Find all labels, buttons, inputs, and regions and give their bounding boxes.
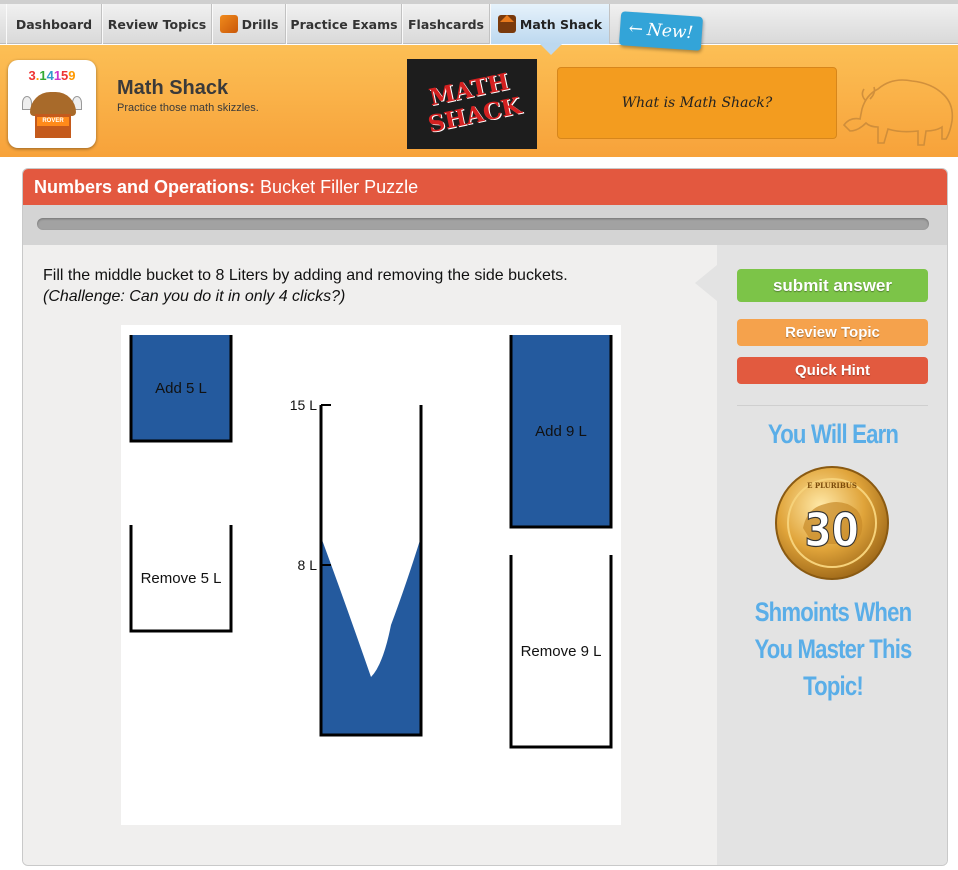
earn-line-3: Topic! bbox=[803, 671, 864, 701]
tab-review-topics-label: Review Topics bbox=[107, 16, 207, 32]
new-badge-label: New! bbox=[646, 20, 694, 44]
progress-bar bbox=[37, 218, 929, 230]
panel-header: Numbers and Operations: Bucket Filler Pu… bbox=[23, 169, 947, 205]
hut-sign: ROVER bbox=[37, 117, 69, 126]
tab-flashcards-label: Flashcards bbox=[408, 16, 484, 32]
answer-sidebar: submit answer Review Topic Quick Hint Yo… bbox=[695, 245, 947, 865]
remove-5-label: Remove 5 L bbox=[141, 570, 222, 587]
coin-motto: E PLURIBUS bbox=[807, 481, 857, 490]
tab-practice-exams-label: Practice Exams bbox=[290, 16, 398, 32]
bucket-puzzle-svg: Add 5 L Remove 5 L 15 L 8 L Add 9 L Remo… bbox=[129, 335, 613, 749]
earn-line-2: You Master This bbox=[754, 634, 912, 664]
earn-heading: You Will Earn bbox=[767, 419, 899, 449]
banner-text: MATH SHACK bbox=[425, 68, 524, 139]
add-9-label: Add 9 L bbox=[535, 423, 587, 440]
tab-dashboard[interactable]: Dashboard bbox=[6, 4, 102, 44]
logo-digits: 3.14159 bbox=[28, 68, 76, 83]
topic-category: Numbers and Operations: bbox=[34, 176, 256, 197]
tab-drills-label: Drills bbox=[241, 16, 279, 32]
buffalo-icon bbox=[842, 79, 954, 146]
math-shack-icon bbox=[497, 15, 516, 33]
add-5-bucket[interactable]: Add 5 L bbox=[129, 335, 233, 443]
bucket-puzzle-canvas: Add 5 L Remove 5 L 15 L 8 L Add 9 L Remo… bbox=[121, 325, 621, 825]
sidebar-notch bbox=[695, 265, 717, 301]
new-badge: ← New! bbox=[618, 11, 704, 51]
earn-footer: Shmoints When You Master This Topic! bbox=[738, 594, 928, 705]
top-navigation: Dashboard Review Topics Drills Practice … bbox=[0, 0, 958, 44]
middle-bucket: 15 L 8 L bbox=[290, 397, 423, 737]
what-is-math-shack-button[interactable]: What is Math Shack? bbox=[557, 67, 837, 139]
submit-answer-button[interactable]: submit answer bbox=[737, 269, 928, 302]
quick-hint-button[interactable]: Quick Hint bbox=[737, 357, 928, 384]
math-shack-banner-image: MATH SHACK bbox=[407, 59, 537, 149]
sidebar-divider bbox=[737, 405, 928, 406]
tab-math-shack-label: Math Shack bbox=[519, 16, 603, 32]
review-topic-button[interactable]: Review Topic bbox=[737, 319, 928, 346]
drill-icon bbox=[219, 15, 238, 33]
add-5-label: Add 5 L bbox=[155, 380, 207, 397]
challenge-text: (Challenge: Can you do it in only 4 clic… bbox=[43, 288, 346, 305]
puzzle-panel: Numbers and Operations: Bucket Filler Pu… bbox=[22, 168, 948, 866]
progress-area bbox=[23, 205, 947, 245]
middle-bucket-water bbox=[321, 537, 421, 735]
new-badge-arrow-icon: ← bbox=[628, 18, 644, 40]
max-level-label: 15 L bbox=[290, 397, 317, 413]
instruction-text: Fill the middle bucket to 8 Liters by ad… bbox=[43, 267, 568, 284]
tab-flashcards[interactable]: Flashcards bbox=[402, 4, 490, 44]
shmoints-coin-icon: E PLURIBUS 30 bbox=[775, 466, 889, 580]
remove-9-label: Remove 9 L bbox=[521, 643, 602, 660]
remove-5-bucket[interactable]: Remove 5 L bbox=[129, 525, 233, 633]
question-content: Fill the middle bucket to 8 Liters by ad… bbox=[23, 245, 717, 865]
math-shack-logo: 3.14159 ROVER bbox=[8, 60, 96, 148]
tab-drills[interactable]: Drills bbox=[212, 4, 286, 44]
tab-math-shack[interactable]: Math Shack bbox=[490, 4, 610, 44]
app-subtitle: Practice those math skizzles. bbox=[117, 102, 259, 114]
target-level-label: 8 L bbox=[298, 557, 318, 573]
tab-practice-exams[interactable]: Practice Exams bbox=[286, 4, 402, 44]
math-shack-header: 3.14159 ROVER Math Shack Practice those … bbox=[0, 45, 958, 157]
app-title: Math Shack bbox=[117, 77, 229, 99]
points-value: 30 bbox=[804, 504, 858, 558]
hut-icon: ROVER bbox=[30, 92, 76, 140]
topic-title: Bucket Filler Puzzle bbox=[260, 176, 419, 197]
remove-9-bucket[interactable]: Remove 9 L bbox=[509, 555, 613, 749]
earn-line-1: Shmoints When bbox=[754, 597, 912, 627]
add-9-bucket[interactable]: Add 9 L bbox=[509, 335, 613, 529]
active-tab-pointer bbox=[540, 44, 562, 55]
tab-review-topics[interactable]: Review Topics bbox=[102, 4, 212, 44]
tab-dashboard-label: Dashboard bbox=[15, 16, 93, 32]
instructions: Fill the middle bucket to 8 Liters by ad… bbox=[43, 265, 568, 307]
